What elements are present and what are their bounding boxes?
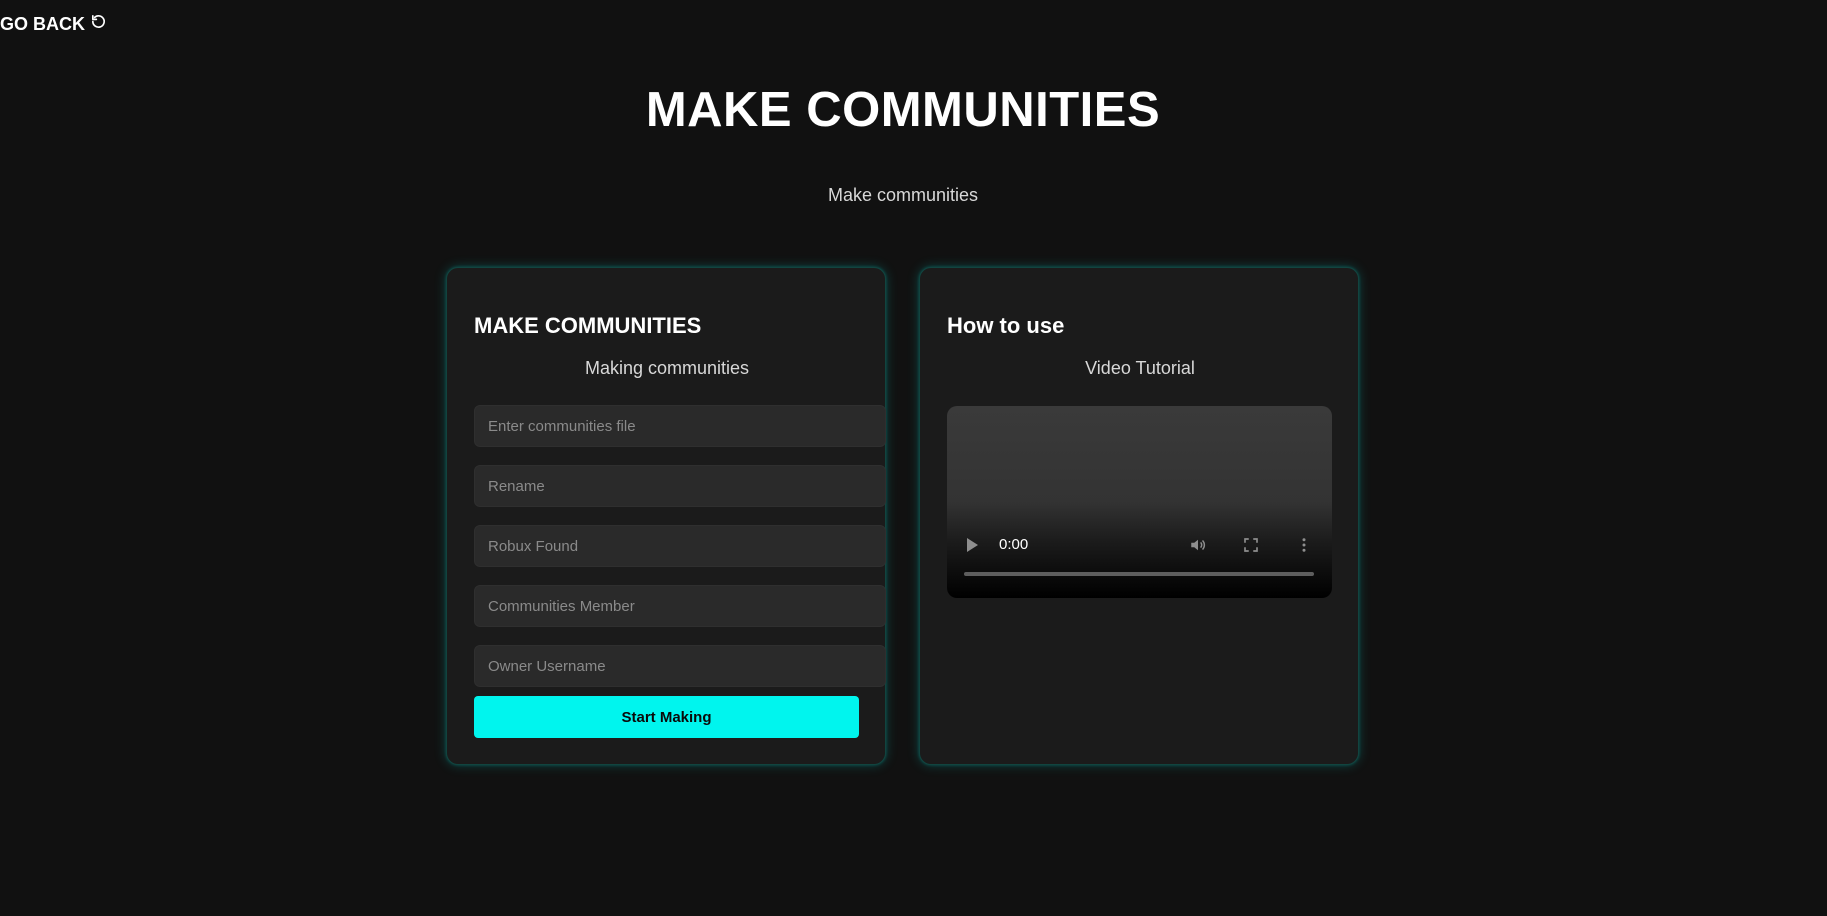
page-subtitle: Make communities: [827, 185, 979, 205]
card-subtitle: Video Tutorial: [1085, 358, 1195, 378]
make-communities-card: MAKE COMMUNITIES Making communities Star…: [446, 267, 886, 765]
communities-member-input[interactable]: [474, 585, 886, 627]
communities-file-input[interactable]: [474, 405, 886, 447]
start-making-button[interactable]: Start Making: [474, 696, 859, 738]
more-vert-icon[interactable]: [1295, 536, 1313, 554]
rename-input[interactable]: [474, 465, 886, 507]
video-progress-bar[interactable]: [964, 572, 1314, 576]
owner-username-input[interactable]: [474, 645, 886, 687]
play-icon[interactable]: [967, 538, 978, 552]
card-title: How to use: [947, 313, 1065, 338]
refresh-icon: [90, 13, 107, 35]
page-title: MAKE COMMUNITIES: [645, 83, 1161, 137]
card-subtitle: Making communities: [584, 358, 750, 378]
how-to-use-card: How to use Video Tutorial 0:00: [919, 267, 1359, 765]
volume-icon[interactable]: [1189, 536, 1207, 554]
fullscreen-icon[interactable]: [1242, 536, 1260, 554]
card-title: MAKE COMMUNITIES: [474, 313, 702, 338]
go-back-label: GO BACK: [0, 13, 85, 34]
robux-found-input[interactable]: [474, 525, 886, 567]
go-back-button[interactable]: GO BACK: [0, 13, 107, 35]
video-time: 0:00: [999, 536, 1029, 553]
video-player[interactable]: 0:00: [947, 406, 1332, 598]
